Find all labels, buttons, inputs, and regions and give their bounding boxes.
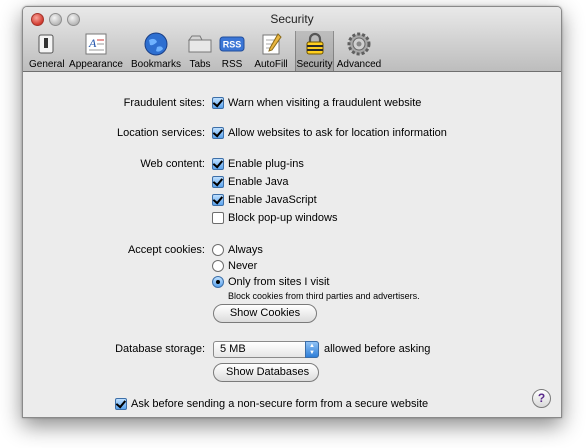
cookies-visited-only-radio[interactable]: Only from sites I visit <box>212 276 329 288</box>
fraudulent-warning-checkbox[interactable]: Warn when visiting a fraudulent website <box>212 97 421 109</box>
database-storage-label: Database storage: <box>115 343 205 355</box>
radio-unselected-icon <box>212 260 224 272</box>
block-popups-checkbox[interactable]: Block pop-up windows <box>212 212 337 224</box>
cookies-always-radio[interactable]: Always <box>212 244 263 256</box>
database-storage-value: 5 MB <box>220 343 246 355</box>
checkbox-checked-icon <box>212 194 224 206</box>
bookmarks-globe-icon <box>144 32 168 56</box>
cookies-never-radio[interactable]: Never <box>212 260 257 272</box>
enable-plugins-checkbox[interactable]: Enable plug-ins <box>212 158 304 170</box>
cookies-never-text: Never <box>228 260 258 272</box>
security-pane: Fraudulent sites: Warn when visiting a f… <box>23 73 561 417</box>
autofill-pencil-icon <box>262 33 282 55</box>
general-switch-icon <box>38 34 54 54</box>
tabs-icon <box>188 35 212 53</box>
tab-autofill[interactable]: AutoFill <box>250 31 292 71</box>
non-secure-form-warning-checkbox[interactable]: Ask before sending a non-secure form fro… <box>115 398 428 410</box>
appearance-font-icon: A <box>85 33 107 55</box>
rss-icon: RSS <box>219 36 245 52</box>
database-storage-select[interactable]: 5 MB ▲ ▼ <box>213 341 319 358</box>
enable-javascript-checkbox[interactable]: Enable JavaScript <box>212 194 317 206</box>
checkbox-checked-icon <box>212 97 224 109</box>
web-content-label: Web content: <box>140 158 205 170</box>
fraudulent-warning-text: Warn when visiting a fraudulent website <box>228 97 422 109</box>
enable-java-checkbox[interactable]: Enable Java <box>212 176 289 188</box>
enable-javascript-text: Enable JavaScript <box>228 194 317 206</box>
show-cookies-button[interactable]: Show Cookies <box>213 304 317 323</box>
block-popups-text: Block pop-up windows <box>228 212 338 224</box>
svg-text:RSS: RSS <box>223 40 242 50</box>
preferences-window: Security General A Appearance Bookmarks <box>22 6 562 418</box>
accept-cookies-label: Accept cookies: <box>127 244 205 256</box>
tab-tabs[interactable]: Tabs <box>187 31 213 71</box>
location-permission-checkbox[interactable]: Allow websites to ask for location infor… <box>212 127 447 139</box>
location-permission-text: Allow websites to ask for location infor… <box>228 127 447 139</box>
svg-text:A: A <box>88 36 97 50</box>
tab-general[interactable]: General <box>29 31 65 71</box>
cookies-note: Block cookies from third parties and adv… <box>228 291 420 301</box>
fraudulent-sites-label: Fraudulent sites: <box>123 97 205 109</box>
window-title: Security <box>270 12 314 26</box>
enable-java-text: Enable Java <box>228 176 289 188</box>
radio-unselected-icon <box>212 244 224 256</box>
tab-advanced[interactable]: Advanced <box>336 31 382 71</box>
security-lock-icon <box>306 32 323 55</box>
tab-appearance[interactable]: A Appearance <box>67 31 125 71</box>
database-storage-suffix: allowed before asking <box>324 343 431 355</box>
tab-bookmarks[interactable]: Bookmarks <box>128 31 184 71</box>
checkbox-checked-icon <box>212 176 224 188</box>
show-databases-button[interactable]: Show Databases <box>213 363 319 382</box>
checkbox-unchecked-icon <box>212 212 224 224</box>
tab-security[interactable]: Security <box>295 31 334 71</box>
checkbox-checked-icon <box>115 398 127 410</box>
non-secure-form-warning-text: Ask before sending a non-secure form fro… <box>131 398 429 410</box>
checkbox-checked-icon <box>212 158 224 170</box>
location-services-label: Location services: <box>116 127 205 139</box>
help-button[interactable]: ? <box>532 389 551 408</box>
select-arrows-icon: ▲ ▼ <box>305 341 319 358</box>
checkbox-checked-icon <box>212 127 224 139</box>
cookies-visited-only-text: Only from sites I visit <box>228 276 330 288</box>
enable-plugins-text: Enable plug-ins <box>228 158 304 170</box>
toolbar: Security General A Appearance Bookmarks <box>23 7 561 72</box>
tab-rss[interactable]: RSS RSS <box>218 31 246 71</box>
advanced-gear-icon <box>347 32 371 56</box>
cookies-always-text: Always <box>228 244 263 256</box>
radio-selected-icon <box>212 276 224 288</box>
